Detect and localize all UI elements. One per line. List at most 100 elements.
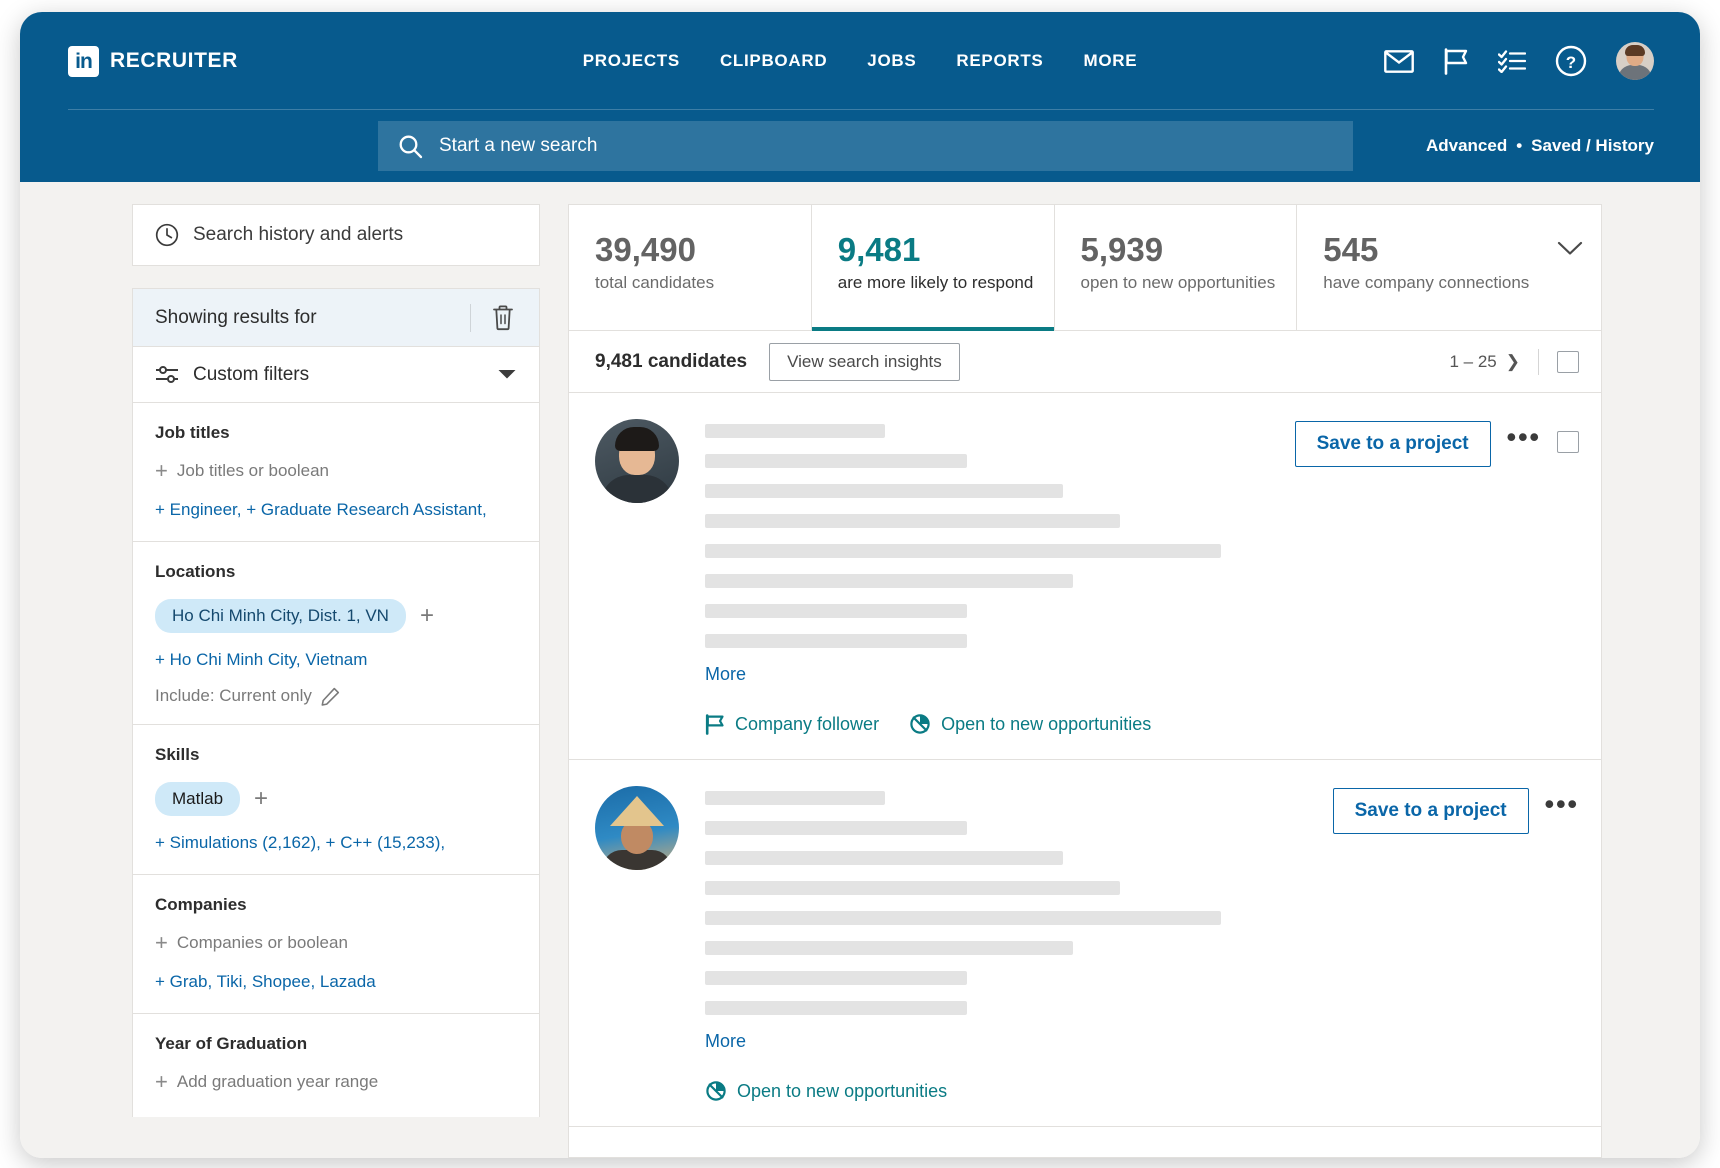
redacted-line bbox=[705, 1001, 967, 1015]
candidate-avatar[interactable] bbox=[595, 786, 679, 870]
companies-suggestions[interactable]: + Grab, Tiki, Shopee, Lazada bbox=[155, 970, 517, 995]
redacted-line bbox=[705, 574, 1073, 588]
trash-icon bbox=[491, 304, 515, 331]
badge-label: Company follower bbox=[735, 714, 879, 735]
candidate-badges: Company follower Open to new opportuniti… bbox=[705, 713, 1295, 735]
redacted-line bbox=[705, 911, 1221, 925]
filter-section-title: Job titles bbox=[155, 423, 517, 443]
add-location-button[interactable]: + bbox=[420, 604, 434, 628]
nav-item-clipboard[interactable]: CLIPBOARD bbox=[720, 51, 827, 71]
expand-stats-button[interactable] bbox=[1539, 205, 1601, 330]
candidate-details: More Company follower Open to new opport… bbox=[705, 419, 1295, 735]
header-search-bar: Start a new search Advanced • Saved / Hi… bbox=[20, 110, 1700, 182]
location-pill[interactable]: Ho Chi Minh City, Dist. 1, VN bbox=[155, 599, 406, 633]
divider bbox=[1538, 349, 1539, 375]
search-history-label: Search history and alerts bbox=[193, 224, 403, 246]
filter-section-title: Companies bbox=[155, 895, 517, 915]
flag-icon[interactable] bbox=[1443, 48, 1469, 75]
add-skill-button[interactable]: + bbox=[254, 787, 268, 811]
candidate-select-checkbox[interactable] bbox=[1557, 431, 1579, 453]
search-input[interactable]: Start a new search bbox=[378, 121, 1353, 171]
locations-pill-row: Ho Chi Minh City, Dist. 1, VN + bbox=[155, 599, 517, 633]
plus-icon: + bbox=[155, 460, 168, 482]
skill-pill[interactable]: Matlab bbox=[155, 782, 240, 816]
clear-filters-button[interactable] bbox=[491, 304, 539, 331]
filter-section-title: Skills bbox=[155, 745, 517, 765]
candidate-avatar[interactable] bbox=[595, 419, 679, 503]
company-follower-flag-icon bbox=[705, 714, 725, 735]
page-range-label: 1 – 25 bbox=[1449, 352, 1496, 372]
locations-include-setting[interactable]: Include: Current only bbox=[155, 686, 517, 706]
next-page-icon[interactable]: ❯ bbox=[1506, 352, 1520, 372]
redacted-line bbox=[705, 514, 1120, 528]
view-search-insights-button[interactable]: View search insights bbox=[769, 343, 960, 381]
saved-history-link[interactable]: Saved / History bbox=[1531, 136, 1654, 156]
redacted-line bbox=[705, 424, 885, 438]
candidate-actions: Save to a project ••• bbox=[1295, 419, 1579, 735]
more-link[interactable]: More bbox=[705, 1031, 1333, 1052]
graduation-year-placeholder: Add graduation year range bbox=[177, 1072, 378, 1092]
plus-icon: + bbox=[155, 932, 168, 954]
stat-number: 545 bbox=[1323, 231, 1539, 269]
stat-company-connections[interactable]: 545 have company connections bbox=[1297, 205, 1539, 330]
search-history-and-alerts-button[interactable]: Search history and alerts bbox=[132, 204, 540, 266]
nav-item-reports[interactable]: REPORTS bbox=[956, 51, 1043, 71]
nav-item-projects[interactable]: PROJECTS bbox=[583, 51, 680, 71]
open-to-work-badge[interactable]: Open to new opportunities bbox=[705, 1080, 947, 1102]
advanced-search-link[interactable]: Advanced bbox=[1426, 136, 1507, 156]
filter-section-year-of-graduation: Year of Graduation + Add graduation year… bbox=[133, 1014, 539, 1117]
save-to-project-button[interactable]: Save to a project bbox=[1333, 788, 1529, 834]
clock-icon bbox=[155, 223, 179, 247]
filters-card: Showing results for Custom filters Job t… bbox=[132, 288, 540, 1117]
companies-input[interactable]: + Companies or boolean bbox=[155, 932, 517, 954]
open-to-work-badge[interactable]: Open to new opportunities bbox=[909, 713, 1151, 735]
avatar-hair bbox=[1625, 45, 1645, 56]
candidate-actions: Save to a project ••• bbox=[1333, 786, 1579, 1102]
app-header: in RECRUITER PROJECTS CLIPBOARD JOBS REP… bbox=[20, 12, 1700, 182]
graduation-year-input[interactable]: + Add graduation year range bbox=[155, 1071, 517, 1093]
search-icon bbox=[398, 134, 423, 159]
tasks-icon[interactable] bbox=[1498, 49, 1526, 73]
skills-suggestions[interactable]: + Simulations (2,162), + C++ (15,233), bbox=[155, 831, 517, 856]
chevron-down-icon bbox=[1557, 241, 1583, 256]
avatar-body bbox=[601, 475, 673, 503]
stat-number: 39,490 bbox=[595, 231, 811, 269]
help-icon[interactable]: ? bbox=[1555, 45, 1587, 77]
search-header-links: Advanced • Saved / History bbox=[1426, 136, 1654, 156]
pagination[interactable]: 1 – 25 ❯ bbox=[1449, 352, 1520, 372]
select-all-checkbox[interactable] bbox=[1557, 351, 1579, 373]
filter-section-locations: Locations Ho Chi Minh City, Dist. 1, VN … bbox=[133, 542, 539, 726]
link-separator: • bbox=[1516, 136, 1522, 156]
filter-section-companies: Companies + Companies or boolean + Grab,… bbox=[133, 875, 539, 1014]
save-to-project-button[interactable]: Save to a project bbox=[1295, 421, 1491, 467]
showing-results-header: Showing results for bbox=[133, 289, 539, 347]
badge-label: Open to new opportunities bbox=[941, 714, 1151, 735]
job-titles-suggestions[interactable]: + Engineer, + Graduate Research Assistan… bbox=[155, 498, 517, 523]
stat-label: open to new opportunities bbox=[1081, 273, 1297, 293]
candidate-row: More Company follower Open to new opport… bbox=[569, 393, 1601, 760]
more-link[interactable]: More bbox=[705, 664, 1295, 685]
candidate-row: More Open to new opportunities Save to a… bbox=[569, 760, 1601, 1127]
linkedin-logo-icon: in bbox=[68, 46, 99, 77]
stat-total-candidates[interactable]: 39,490 total candidates bbox=[569, 205, 812, 330]
redacted-line bbox=[705, 851, 1063, 865]
custom-filters-toggle[interactable]: Custom filters bbox=[133, 347, 539, 403]
locations-suggestions[interactable]: + Ho Chi Minh City, Vietnam bbox=[155, 648, 517, 673]
redacted-line bbox=[705, 791, 885, 805]
stat-open-to-new-opportunities[interactable]: 5,939 open to new opportunities bbox=[1055, 205, 1298, 330]
stat-more-likely-to-respond[interactable]: 9,481 are more likely to respond bbox=[812, 205, 1055, 330]
nav-item-more[interactable]: MORE bbox=[1083, 51, 1137, 71]
skills-pill-row: Matlab + bbox=[155, 782, 517, 816]
more-options-icon[interactable]: ••• bbox=[1545, 788, 1579, 812]
recruiter-app-window: in RECRUITER PROJECTS CLIPBOARD JOBS REP… bbox=[20, 12, 1700, 1158]
company-follower-badge[interactable]: Company follower bbox=[705, 714, 879, 735]
job-titles-input[interactable]: + Job titles or boolean bbox=[155, 460, 517, 482]
nav-item-jobs[interactable]: JOBS bbox=[867, 51, 916, 71]
brand[interactable]: in RECRUITER bbox=[68, 46, 238, 77]
brand-name: RECRUITER bbox=[110, 49, 238, 73]
results-toolbar-right: 1 – 25 ❯ bbox=[1449, 349, 1579, 375]
redacted-line bbox=[705, 544, 1221, 558]
more-options-icon[interactable]: ••• bbox=[1507, 421, 1541, 445]
mail-icon[interactable] bbox=[1384, 50, 1414, 73]
avatar[interactable] bbox=[1616, 42, 1654, 80]
